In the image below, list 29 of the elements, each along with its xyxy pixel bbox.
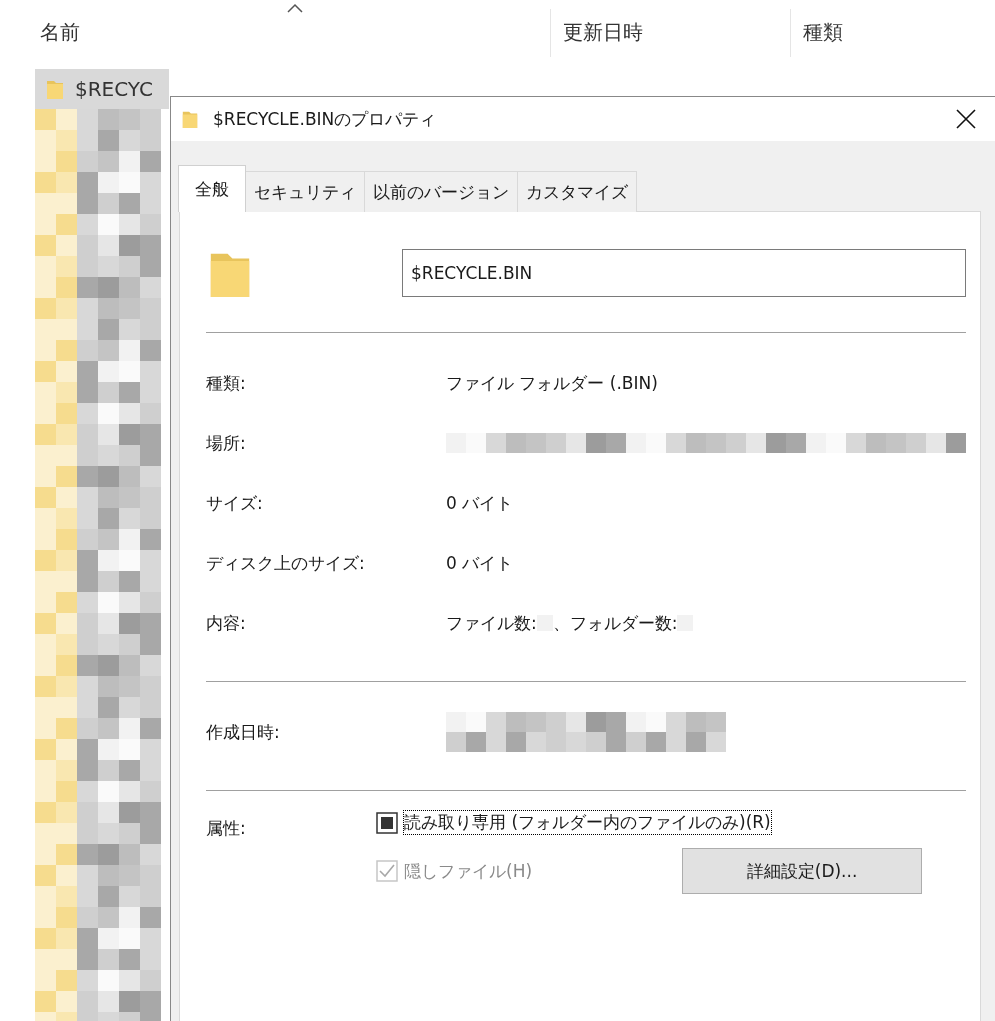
column-header[interactable]: 更新日時	[550, 8, 790, 57]
property-label: ディスク上のサイズ:	[206, 551, 366, 575]
tab[interactable]: セキュリティ	[245, 171, 365, 212]
property-value: 、フォルダー数:	[552, 611, 678, 635]
property-label: 属性:	[206, 817, 247, 840]
property-value: 0 バイト	[446, 491, 514, 515]
name-field[interactable]: $RECYCLE.BIN	[402, 249, 966, 297]
property-label: サイズ:	[206, 491, 264, 515]
file-row[interactable]: $RECYC	[35, 69, 169, 109]
tab[interactable]: 以前のバージョン	[364, 171, 518, 212]
window-title: $RECYCLE.BINのプロパティ	[213, 107, 438, 131]
tab[interactable]: 全般	[178, 165, 246, 212]
tab[interactable]: カスタマイズ	[517, 171, 637, 212]
advanced-button[interactable]: 詳細設定(D)...	[682, 848, 923, 894]
property-value: ファイル数:	[446, 611, 537, 635]
close-icon	[956, 109, 976, 129]
property-value: ファイル フォルダー (.BIN)	[446, 371, 658, 395]
checkbox-label: 読み取り専用 (フォルダー内のファイルのみ)(R)	[404, 811, 771, 834]
checkbox[interactable]	[376, 811, 398, 834]
property-label: 作成日時:	[206, 720, 281, 744]
checkbox-label: 隠しファイル(H)	[404, 859, 533, 883]
column-header[interactable]: 名前	[40, 8, 550, 57]
sort-ascending-icon	[287, 2, 303, 13]
property-label: 場所:	[206, 431, 247, 455]
property-label: 種類:	[206, 371, 247, 395]
column-header[interactable]: 種類	[790, 8, 980, 57]
property-value: 0 バイト	[446, 551, 514, 575]
file-name: $RECYC	[75, 77, 153, 101]
property-label: 内容:	[206, 611, 247, 635]
